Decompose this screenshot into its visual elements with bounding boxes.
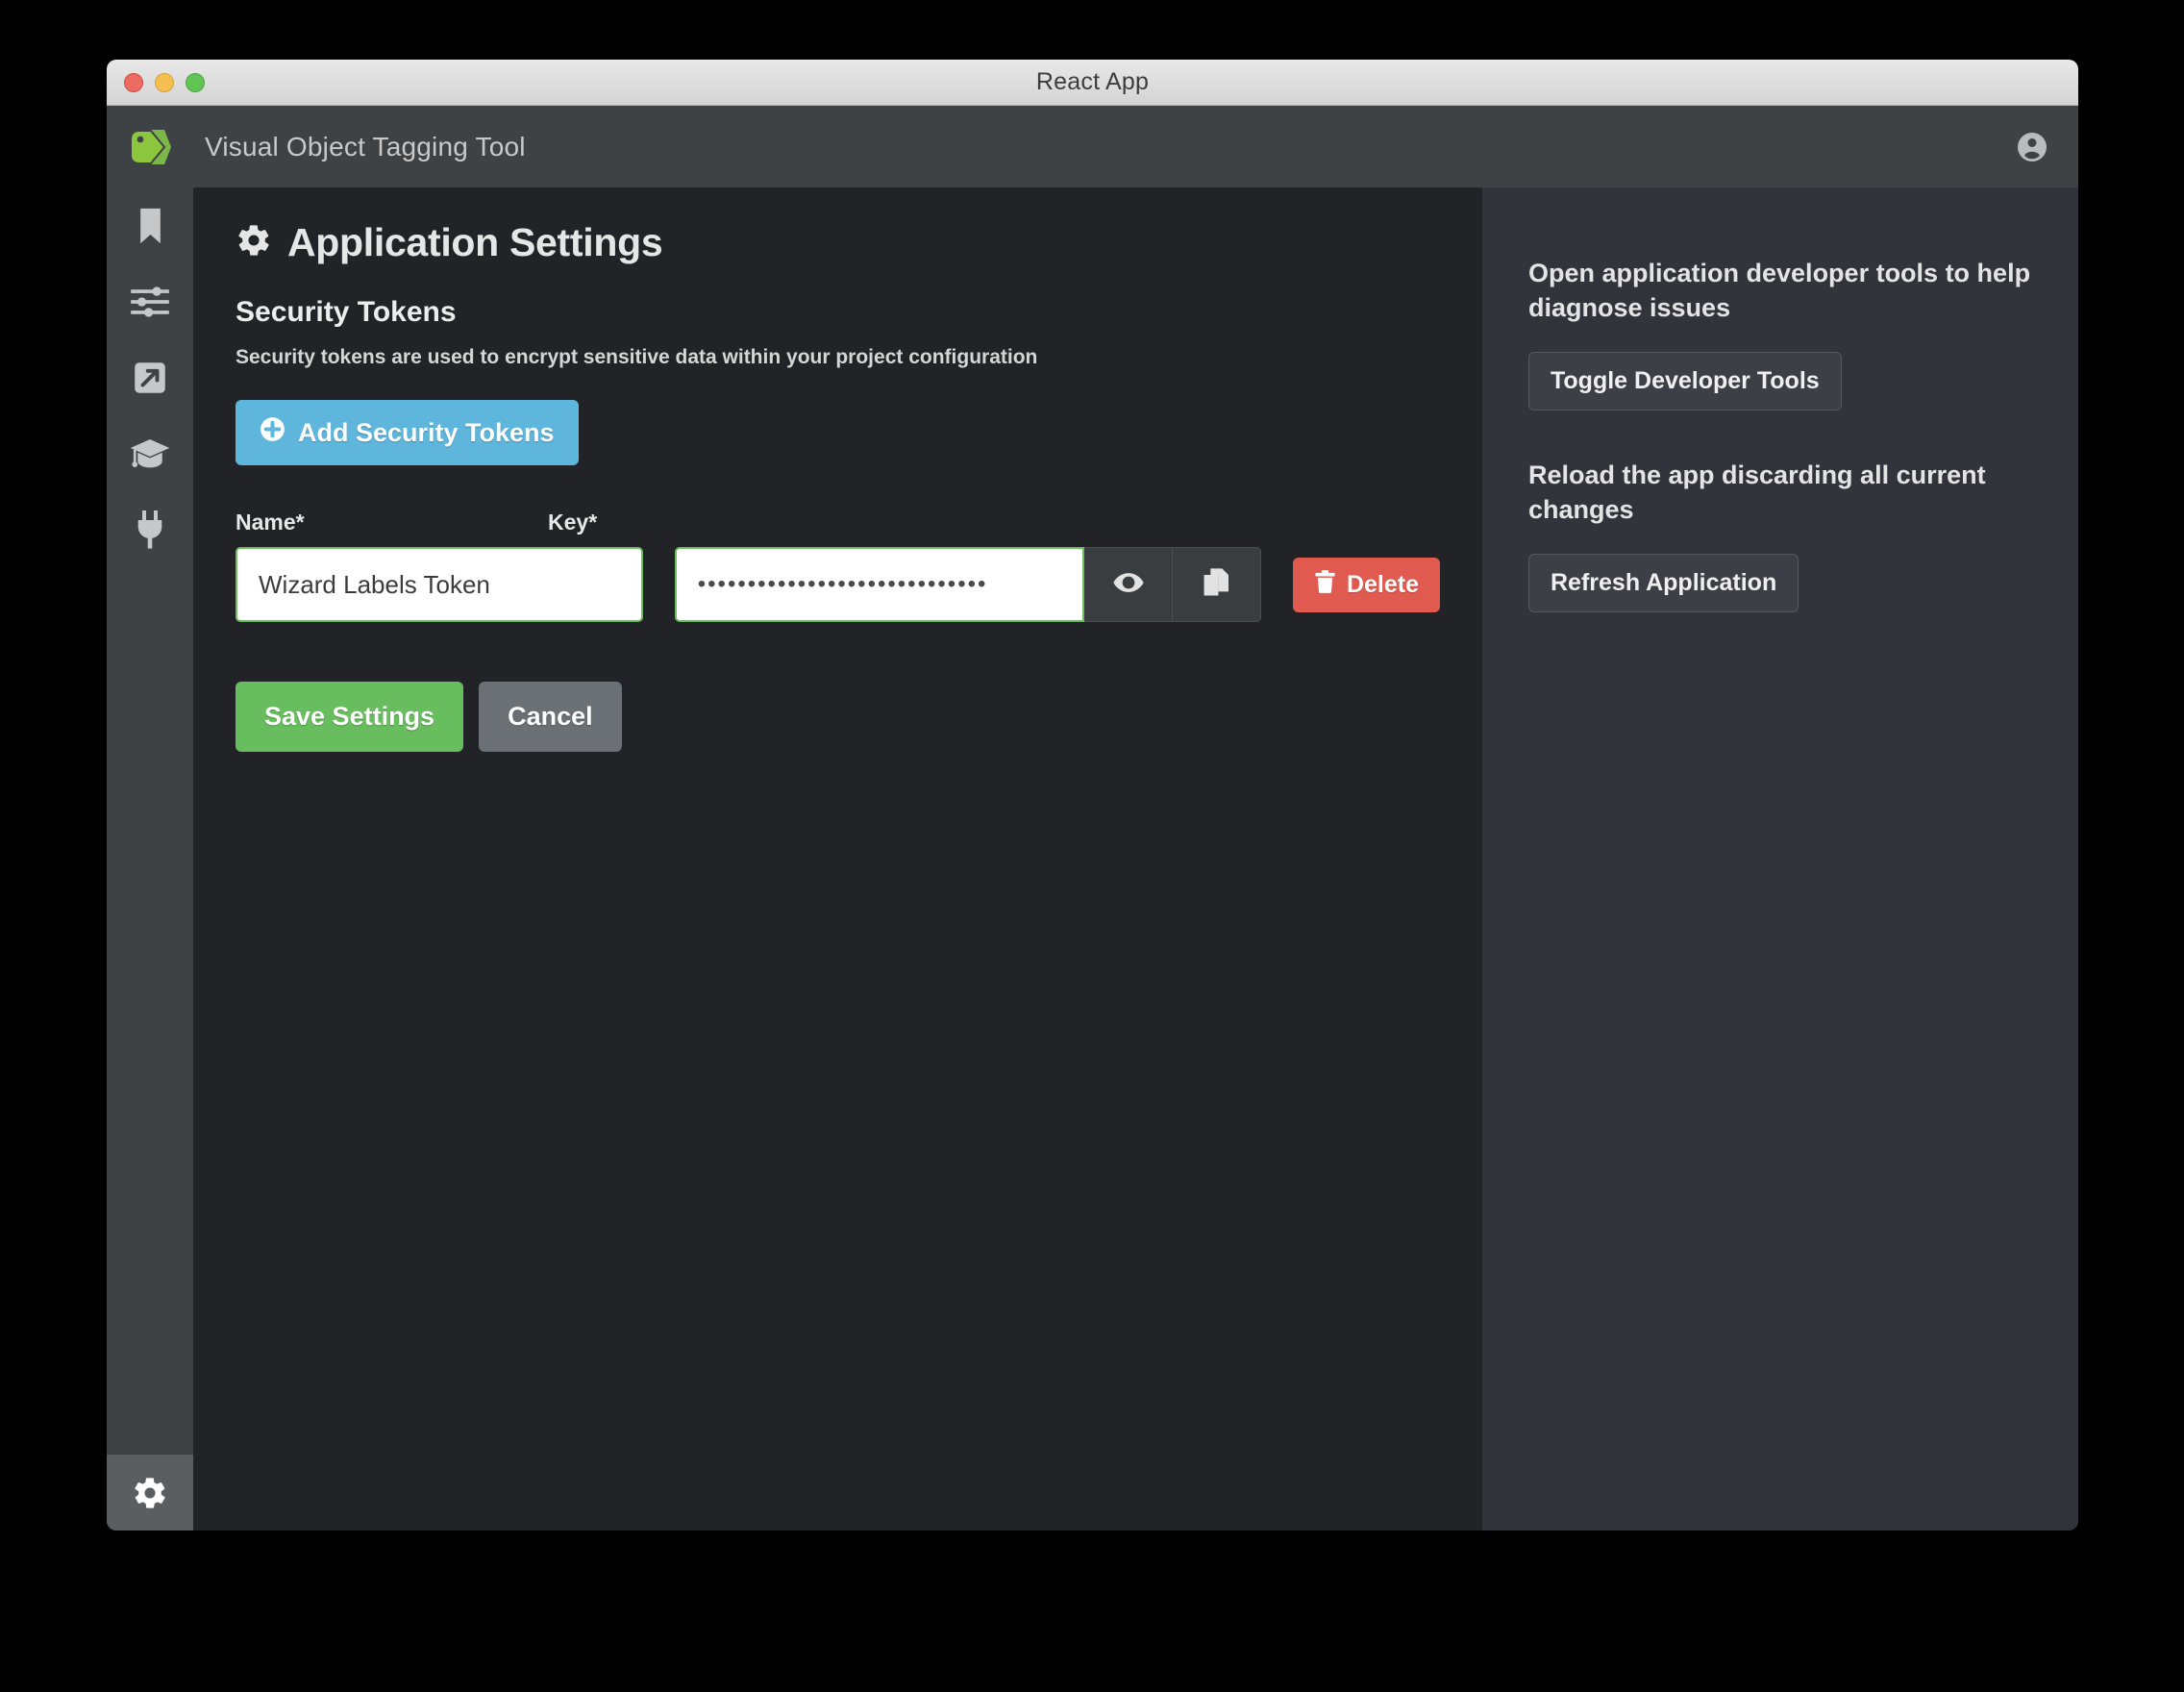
sidebar-item-connections[interactable] <box>107 491 193 567</box>
plus-circle-icon <box>260 416 285 449</box>
cancel-button[interactable]: Cancel <box>479 682 622 752</box>
sidebar-item-app-settings[interactable] <box>107 1455 193 1530</box>
delete-token-button[interactable]: Delete <box>1292 557 1440 612</box>
settings-content: Application Settings Security Tokens Sec… <box>193 187 1482 1530</box>
application-window: React App Visual Object Tagging Tool App… <box>107 60 2078 1530</box>
refresh-application-button[interactable]: Refresh Application <box>1528 553 1799 612</box>
page-title: Application Settings <box>287 220 663 264</box>
sidebar-rail <box>107 187 193 1530</box>
gear-icon <box>132 1475 168 1511</box>
graduation-cap-icon <box>130 437 170 470</box>
add-security-tokens-label: Add Security Tokens <box>298 417 555 447</box>
form-actions: Save Settings Cancel <box>236 682 1440 752</box>
section-title: Security Tokens <box>236 296 457 328</box>
save-settings-button[interactable]: Save Settings <box>236 682 464 752</box>
reload-description: Reload the app discarding all current ch… <box>1528 460 1986 524</box>
security-token-form: Name* Key* Wizard Labels Token •••••••••… <box>236 510 1440 752</box>
eye-icon <box>1112 566 1145 604</box>
toggle-developer-tools-button[interactable]: Toggle Developer Tools <box>1528 351 1842 411</box>
trash-icon <box>1314 569 1336 600</box>
sidebar-item-settings-sliders[interactable] <box>107 263 193 339</box>
tag-icon <box>107 128 193 166</box>
gear-icon <box>236 222 272 263</box>
section-description: Security tokens are used to encrypt sens… <box>236 346 1038 368</box>
brand-title: Visual Object Tagging Tool <box>205 131 526 162</box>
account-circle-icon[interactable] <box>2015 130 2049 164</box>
app-header: Visual Object Tagging Tool <box>107 106 2078 187</box>
sidebar-item-active-learning[interactable] <box>107 415 193 491</box>
developer-tools-panel: Open application developer tools to help… <box>1482 187 2078 1530</box>
copy-key-button[interactable] <box>1173 547 1261 622</box>
sidebar-item-export[interactable] <box>107 339 193 415</box>
token-key-input[interactable] <box>674 547 1085 622</box>
page-title-row: Application Settings <box>236 220 1440 265</box>
window-title: React App <box>1035 68 1150 95</box>
add-security-tokens-button[interactable]: Add Security Tokens <box>236 400 579 465</box>
delete-token-label: Delete <box>1346 570 1419 598</box>
bookmark-icon <box>136 207 165 245</box>
form-field-labels: Name* Key* <box>236 510 1440 535</box>
token-name-input[interactable] <box>236 547 643 622</box>
devtools-description: Open application developer tools to help… <box>1528 259 2031 322</box>
plug-icon <box>134 510 166 549</box>
token-row: Delete <box>236 547 1440 622</box>
show-key-button[interactable] <box>1084 547 1174 622</box>
key-field-label: Key* <box>548 510 598 535</box>
copy-icon <box>1203 567 1231 603</box>
window-titlebar: React App <box>107 60 2078 106</box>
name-field-label: Name* <box>236 510 305 535</box>
export-arrow-icon <box>133 361 167 395</box>
sidebar-item-bookmark[interactable] <box>107 187 193 263</box>
sliders-icon <box>131 286 169 318</box>
app-body: Visual Object Tagging Tool Application S… <box>107 106 2078 1530</box>
app-main: Application Settings Security Tokens Sec… <box>107 187 2078 1530</box>
